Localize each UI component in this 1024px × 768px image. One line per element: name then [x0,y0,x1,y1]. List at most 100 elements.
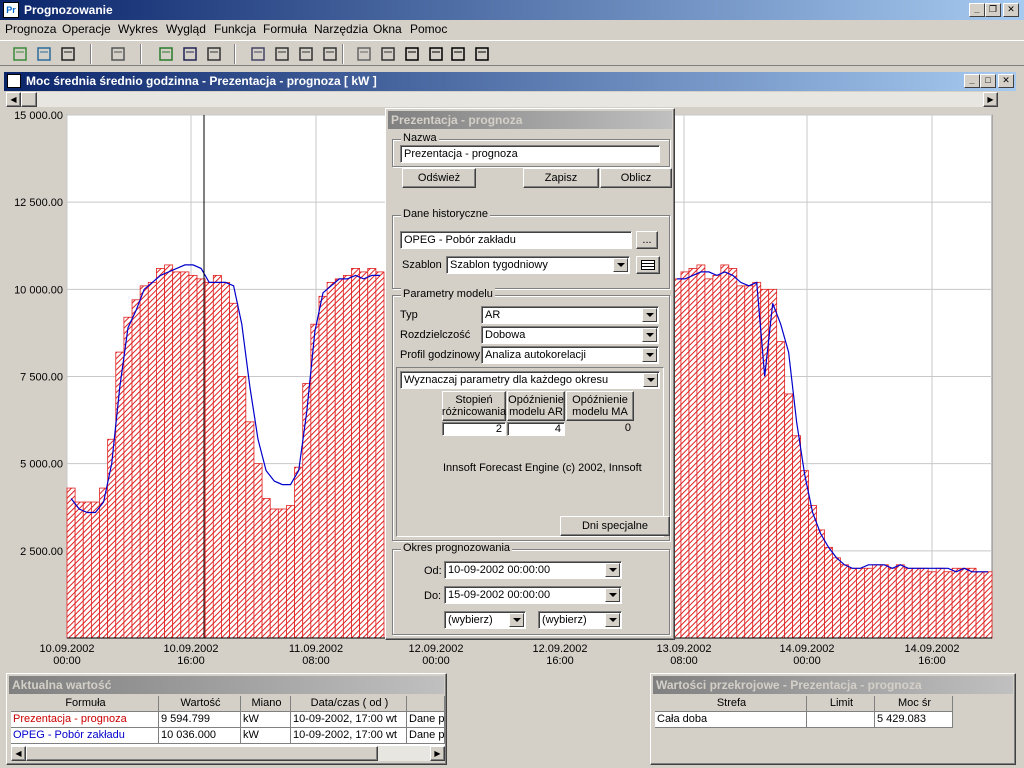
scroll-thumb[interactable] [21,92,37,107]
scroll-thumb[interactable] [26,746,378,761]
wybierz-select-2[interactable]: (wybierz) [538,611,622,629]
hdr-miano[interactable]: Miano [241,696,291,712]
calculator-icon[interactable] [158,46,174,62]
chart-minimize-button[interactable]: _ [964,74,980,88]
chevron-down-icon[interactable] [643,373,658,387]
do-select[interactable]: 15-09-2002 00:00:00 [444,586,622,604]
nazwa-value: Prezentacja - prognoza [404,148,518,160]
szablon-edit-button[interactable] [636,256,660,274]
window-icon[interactable] [450,46,466,62]
current-hscroll[interactable]: ◀ ▶ [11,746,445,761]
chevron-down-icon[interactable] [613,258,628,272]
scroll-right-button[interactable]: ▶ [983,92,998,107]
hist-browse-button[interactable]: ... [636,231,658,249]
toolbar-separator [90,44,92,64]
hdr-formula[interactable]: Formuła [11,696,159,712]
bar-left [359,271,369,639]
bar-right [712,274,722,639]
bar-right [975,571,985,639]
chart-maximize-button[interactable]: □ [980,74,996,88]
cascade-icon[interactable] [474,46,490,62]
chevron-down-icon[interactable] [642,348,657,362]
print-icon[interactable] [298,46,314,62]
menu-item-0[interactable]: Prognoza [5,22,56,36]
table-row[interactable]: Cała doba 5 429.083 [655,712,953,728]
chart-scrollbar[interactable]: ◀ ▶ [6,92,998,107]
exit-icon[interactable] [110,46,126,62]
hdr-moc[interactable]: Moc śr [875,696,953,712]
chevron-down-icon[interactable] [605,613,620,627]
refresh-icon[interactable] [250,46,266,62]
table-row[interactable]: OPEG - Pobór zakładu 10 036.000 kW 10-09… [11,728,445,744]
odswiez-button[interactable]: Odśwież [402,168,476,188]
zoom-icon[interactable] [380,46,396,62]
house-icon[interactable] [356,46,372,62]
val-ma-cell[interactable]: 0 [566,422,634,436]
scroll-left-button[interactable]: ◀ [11,746,26,761]
val-stopien-cell[interactable]: 2 [442,422,506,436]
chart-close-button[interactable]: ✕ [998,74,1014,88]
scroll-left-button[interactable]: ◀ [6,92,21,107]
val-ar-cell[interactable]: 4 [507,422,565,436]
oblicz-button[interactable]: Oblicz [600,168,672,188]
typ-select[interactable]: AR [481,306,659,324]
szablon-value: Szablon tygodniowy [450,259,548,271]
menu-item-8[interactable]: Pomoc [410,22,447,36]
table-row[interactable]: Prezentacja - prognoza 9 594.799 kW 10-0… [11,712,445,728]
chevron-down-icon[interactable] [642,328,657,342]
tile-horizontal-icon[interactable] [428,46,444,62]
chevron-down-icon[interactable] [642,308,657,322]
print-preview-icon[interactable] [274,46,290,62]
list-icon[interactable] [206,46,222,62]
x-tick-date: 10.09.2002 [163,643,218,655]
od-select[interactable]: 10-09-2002 00:00:00 [444,561,622,579]
tile-vertical-icon[interactable] [404,46,420,62]
wybierz-value-1: (wybierz) [448,614,493,626]
dni-specjalne-button[interactable]: Dni specjalne [560,516,670,536]
hdr-extra[interactable] [407,696,445,712]
bar-left [156,268,165,639]
hdr-wartosc[interactable]: Wartość [159,696,241,712]
current-grid: Formuła Wartość Miano Data/czas ( od ) P… [11,696,445,746]
bar-left [172,271,182,639]
szablon-select[interactable]: Szablon tygodniowy [446,256,630,274]
wyzn-select[interactable]: Wyznaczaj parametry dla każdego okresu [400,371,660,389]
col-ma-header[interactable]: Opóźnienie modelu MA [566,391,634,421]
nazwa-input[interactable]: Prezentacja - prognoza [400,145,660,163]
y-tick-label: 5 000.00 [20,459,63,471]
bar-chart-icon[interactable] [182,46,198,62]
chart-window-title: Moc średnia średnio godzinna - Prezentac… [26,74,377,88]
menu-item-2[interactable]: Wykres [118,22,158,36]
minimize-button[interactable]: _ [969,3,985,17]
wybierz-select-1[interactable]: (wybierz) [444,611,526,629]
bar-right [744,285,754,639]
menu-item-1[interactable]: Operacje [62,22,111,36]
chevron-down-icon[interactable] [605,588,620,602]
open-folder-icon[interactable] [36,46,52,62]
chart-type-icon[interactable] [322,46,338,62]
okres-label: Okres prognozowania [401,542,513,554]
menu-item-3[interactable]: Wygląd [166,22,206,36]
scroll-right-button[interactable]: ▶ [430,746,445,761]
zapisz-button[interactable]: Zapisz [523,168,599,188]
save-icon[interactable] [60,46,76,62]
close-button[interactable]: ✕ [1003,3,1019,17]
menu-item-4[interactable]: Funkcja [214,22,256,36]
rozdz-select[interactable]: Dobowa [481,326,659,344]
hist-input[interactable]: OPEG - Pobór zakładu [400,231,632,249]
open-icon[interactable] [12,46,28,62]
y-tick-label: 12 500.00 [14,197,63,209]
restore-button[interactable]: ❐ [985,3,1001,17]
chevron-down-icon[interactable] [605,563,620,577]
menu-item-7[interactable]: Okna [373,22,402,36]
chevron-down-icon[interactable] [509,613,524,627]
menu-item-6[interactable]: Narzędzia [314,22,368,36]
hdr-data[interactable]: Data/czas ( od ) [291,696,407,712]
hdr-limit[interactable]: Limit [807,696,875,712]
hdr-strefa[interactable]: Strefa [655,696,807,712]
col-ar-header[interactable]: Opóźnienie modelu AR [507,391,565,421]
profil-select[interactable]: Analiza autokorelacji [481,346,659,364]
menu-item-5[interactable]: Formuła [263,22,307,36]
bar-right [792,435,801,639]
col-stopien-header[interactable]: Stopień różnicowania [442,391,506,421]
